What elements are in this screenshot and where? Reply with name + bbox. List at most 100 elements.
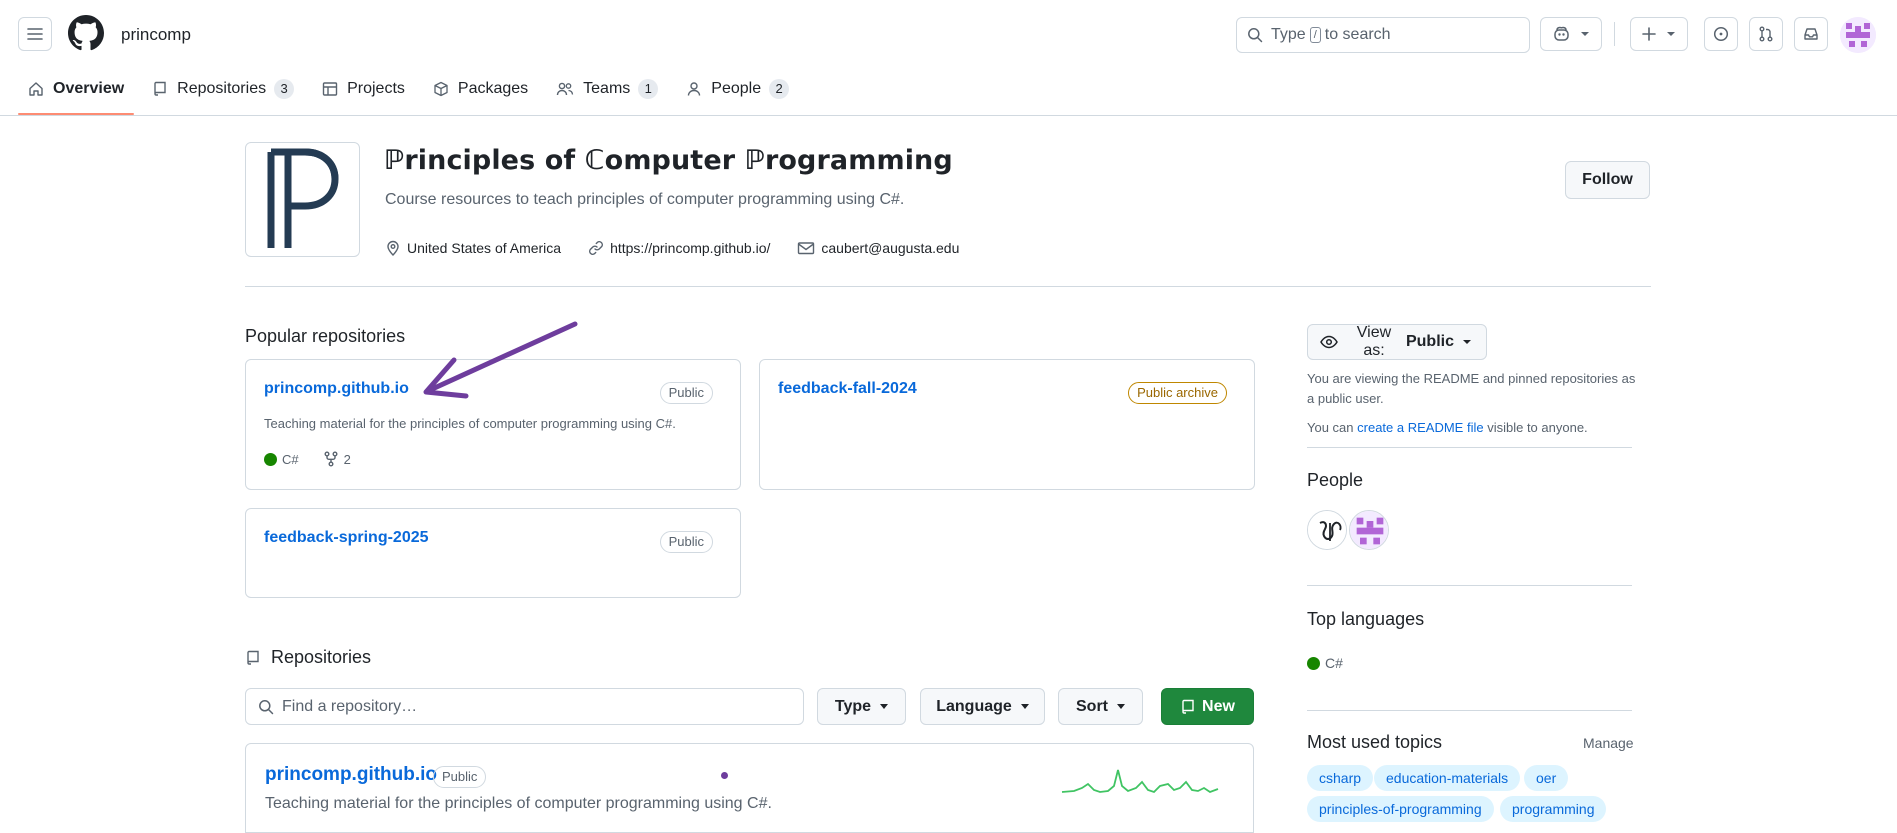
visibility-badge: Public xyxy=(659,382,713,404)
topic-tag[interactable]: education-materials xyxy=(1374,765,1521,791)
pinned-repo-meta: C# 2 xyxy=(264,451,351,467)
viewing-note: You are viewing the README and pinned re… xyxy=(1307,371,1636,406)
tab-counter: 1 xyxy=(638,79,659,99)
people-heading: People xyxy=(1307,470,1364,490)
fork-count[interactable]: 2 xyxy=(344,452,351,467)
pinned-repo-card: feedback-spring-2025 Public xyxy=(245,508,741,598)
pinned-repo-name[interactable]: feedback-fall-2024 xyxy=(778,380,917,398)
activity-sparkline xyxy=(1061,769,1219,794)
search-icon xyxy=(1247,27,1263,43)
org-email-link[interactable]: caubert@augusta.edu xyxy=(821,240,959,256)
pinned-repo-description: Teaching material for the principles of … xyxy=(264,416,676,431)
divider xyxy=(1307,710,1632,711)
readme-prefix: You can xyxy=(1307,420,1354,435)
repo-icon xyxy=(152,81,168,97)
view-as-label: View as: xyxy=(1356,324,1392,359)
inbox-button[interactable] xyxy=(1794,17,1828,51)
header-divider xyxy=(1614,22,1615,46)
repositories-heading-text: Repositories xyxy=(271,647,372,667)
visibility-badge: Public xyxy=(433,766,487,788)
readme-note: You can create a README file visible to … xyxy=(1307,418,1637,438)
topic-tag[interactable]: csharp xyxy=(1307,765,1374,791)
menu-button[interactable] xyxy=(18,17,52,51)
tab-repositories[interactable]: Repositories 3 xyxy=(142,71,304,107)
type-filter-button[interactable]: Type xyxy=(817,688,906,725)
table-icon xyxy=(322,81,338,97)
divider xyxy=(245,286,1651,287)
tab-label: Packages xyxy=(457,80,529,97)
inbox-icon xyxy=(1803,26,1819,42)
tab-packages[interactable]: Packages xyxy=(423,71,538,107)
copilot-button[interactable] xyxy=(1540,17,1602,51)
manage-topics-link[interactable]: Manage xyxy=(1583,735,1634,751)
tab-label: Repositories xyxy=(177,80,267,97)
user-avatar[interactable] xyxy=(1840,17,1876,53)
repo-filter-input[interactable]: Find a repository… xyxy=(245,688,804,725)
search-icon xyxy=(258,699,274,715)
create-readme-link[interactable]: create a README file xyxy=(1357,420,1483,435)
org-website-link[interactable]: https://princomp.github.io/ xyxy=(610,240,770,256)
create-new-button[interactable] xyxy=(1630,17,1688,51)
tab-label: Overview xyxy=(53,80,125,97)
follow-button[interactable]: Follow xyxy=(1565,161,1650,199)
topic-tag[interactable]: programming xyxy=(1500,796,1607,822)
org-title: ℙrinciples of ℂomputer ℙrogramming xyxy=(384,145,953,176)
topic-tag[interactable]: principles-of-programming xyxy=(1307,796,1494,822)
view-as-dropdown[interactable]: View as: Public xyxy=(1307,324,1487,360)
pinned-repo-name[interactable]: feedback-spring-2025 xyxy=(264,529,429,547)
tab-projects[interactable]: Projects xyxy=(312,71,415,107)
people-icon xyxy=(556,81,574,97)
tab-counter: 2 xyxy=(769,79,790,99)
sort-label: Sort xyxy=(1076,697,1108,715)
home-icon xyxy=(28,81,44,97)
pull-requests-button[interactable] xyxy=(1749,17,1783,51)
search-placeholder-prefix: Type xyxy=(1271,26,1306,43)
org-context-link[interactable]: princomp xyxy=(121,25,191,45)
member-avatar[interactable] xyxy=(1307,510,1347,550)
org-nav-tabs: Overview Repositories 3 Projects Package… xyxy=(18,71,807,116)
repo-icon xyxy=(1180,699,1196,715)
search-placeholder-suffix: to search xyxy=(1324,26,1391,43)
topic-tag[interactable]: oer xyxy=(1524,765,1569,791)
chevron-down-icon xyxy=(1462,338,1472,346)
divider xyxy=(1307,447,1632,448)
language-color-dot xyxy=(1307,656,1320,670)
tab-overview[interactable]: Overview xyxy=(18,71,135,115)
org-email: caubert@augusta.edu xyxy=(797,240,959,256)
repo-filter-placeholder: Find a repository… xyxy=(282,697,418,715)
person-icon xyxy=(686,81,702,97)
repo-description: Teaching material for the principles of … xyxy=(265,795,772,812)
status-dot xyxy=(721,772,728,779)
repo-name[interactable]: princomp.github.io xyxy=(265,764,437,786)
most-used-topics-heading: Most used topics xyxy=(1307,732,1443,752)
archive-badge: Public archive xyxy=(1128,382,1227,404)
new-repo-button[interactable]: New xyxy=(1161,688,1254,725)
github-logo-icon[interactable] xyxy=(68,15,104,54)
org-description: Course resources to teach principles of … xyxy=(385,191,905,208)
chevron-down-icon xyxy=(1666,30,1676,38)
search-input[interactable]: Type / to search xyxy=(1236,17,1530,53)
issues-button[interactable] xyxy=(1704,17,1738,51)
issue-opened-icon xyxy=(1713,26,1729,42)
pinned-repo-name[interactable]: princomp.github.io xyxy=(264,380,409,398)
member-avatar[interactable] xyxy=(1349,510,1389,550)
view-as-value: Public xyxy=(1405,333,1454,350)
language-color-dot xyxy=(264,452,277,466)
copilot-icon xyxy=(1553,26,1570,42)
tab-label: People xyxy=(711,80,762,97)
top-languages-heading: Top languages xyxy=(1307,609,1425,629)
tab-counter: 3 xyxy=(274,79,295,99)
org-location: United States of America xyxy=(385,240,561,256)
repositories-heading: Repositories xyxy=(245,647,371,668)
sort-button[interactable]: Sort xyxy=(1058,688,1143,725)
annotation-arrow xyxy=(423,321,578,399)
language-filter-button[interactable]: Language xyxy=(920,688,1045,725)
mail-icon xyxy=(797,240,815,256)
chevron-down-icon xyxy=(1020,704,1029,709)
fork-icon[interactable] xyxy=(323,451,339,467)
search-shortcut-key: / xyxy=(1309,27,1321,43)
type-filter-label: Type xyxy=(834,697,872,715)
tab-teams[interactable]: Teams 1 xyxy=(546,71,668,107)
top-language-item: C# xyxy=(1307,655,1343,671)
tab-people[interactable]: People 2 xyxy=(676,71,799,107)
